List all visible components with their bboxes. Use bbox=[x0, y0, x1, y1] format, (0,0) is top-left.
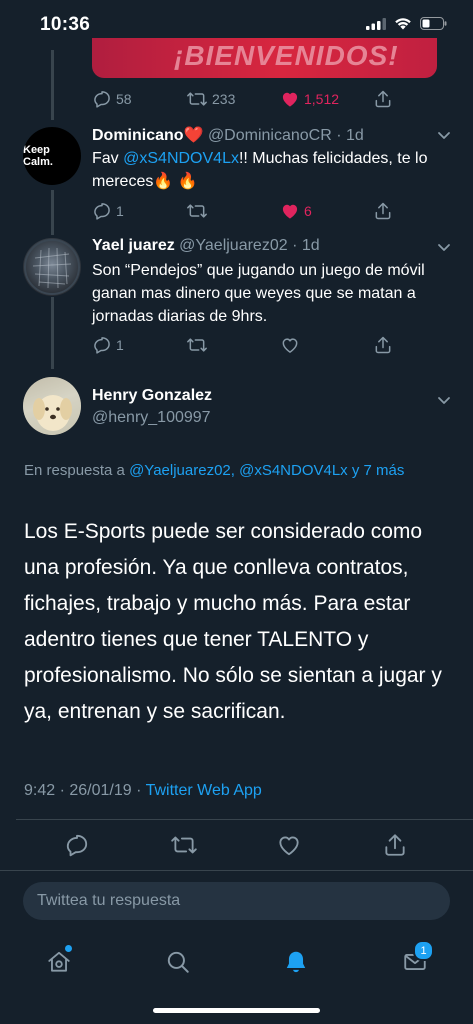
main-tweet-text: Los E-Sports puede ser considerado como … bbox=[24, 520, 442, 723]
share-action[interactable] bbox=[373, 89, 393, 109]
banner-text: ¡BIENVENIDOS! bbox=[174, 40, 399, 71]
tab-search[interactable] bbox=[158, 944, 198, 984]
thread-line bbox=[51, 297, 54, 369]
search-icon bbox=[165, 949, 191, 980]
tab-home[interactable] bbox=[39, 943, 79, 984]
tweet-text-prefix: Fav bbox=[92, 150, 124, 167]
reply-action[interactable]: 1 bbox=[92, 335, 124, 355]
thread-line bbox=[51, 50, 54, 120]
chevron-down-icon[interactable] bbox=[437, 393, 451, 412]
reply-context: En respuesta a @Yaeljuarez02, @xS4NDOV4L… bbox=[24, 459, 434, 482]
share-icon bbox=[373, 89, 393, 109]
tweet-time: · 1d bbox=[292, 237, 320, 254]
dog-avatar-image bbox=[23, 377, 81, 435]
like-action[interactable]: 1,512 bbox=[280, 89, 339, 109]
avatar[interactable] bbox=[23, 238, 81, 296]
avatar[interactable]: Keep Calm. bbox=[23, 127, 81, 185]
like-action[interactable] bbox=[280, 335, 304, 355]
retweet-action[interactable] bbox=[186, 201, 212, 221]
mention-link[interactable]: @xS4NDOV4Lx bbox=[123, 150, 239, 167]
status-time: 10:36 bbox=[40, 14, 91, 35]
tab-notifications[interactable] bbox=[276, 944, 316, 984]
tab-messages[interactable]: 1 bbox=[395, 940, 435, 984]
retweet-action[interactable]: 233 bbox=[186, 89, 235, 109]
status-icons bbox=[366, 17, 447, 35]
reply-icon bbox=[92, 89, 112, 109]
share-icon bbox=[373, 201, 393, 221]
chevron-down-icon[interactable] bbox=[437, 240, 451, 259]
like-count: 6 bbox=[304, 203, 312, 219]
author-name[interactable]: Dominicano❤️ bbox=[92, 127, 203, 144]
like-count: 1,512 bbox=[304, 91, 340, 107]
reply-icon bbox=[92, 201, 112, 221]
author-name[interactable]: Yael juarez bbox=[92, 237, 175, 254]
bell-icon bbox=[283, 949, 309, 980]
avatar[interactable] bbox=[23, 377, 81, 435]
avatar-text: Keep Calm. bbox=[23, 144, 53, 168]
avatar-image bbox=[24, 239, 80, 295]
reply-prefix: En respuesta a bbox=[24, 462, 130, 479]
heart-filled-icon bbox=[280, 201, 300, 221]
reply-action[interactable]: 1 bbox=[92, 201, 124, 221]
reply-action[interactable]: 58 bbox=[92, 89, 132, 109]
tweet-header: Yael juarez @Yaeljuarez02 · 1d bbox=[92, 237, 320, 255]
heart-icon[interactable] bbox=[276, 832, 302, 863]
retweet-count: 233 bbox=[212, 91, 236, 107]
author-handle[interactable]: @DominicanoCR bbox=[208, 127, 332, 144]
retweet-icon bbox=[186, 335, 208, 355]
tweet-meta: 9:42 · 26/01/19 · Twitter Web App bbox=[24, 782, 262, 800]
reply-input[interactable] bbox=[23, 882, 450, 920]
reply-bar bbox=[0, 870, 473, 933]
divider bbox=[16, 819, 473, 820]
thread-line bbox=[51, 190, 54, 235]
share-action[interactable] bbox=[373, 335, 393, 355]
home-notification-dot bbox=[63, 943, 74, 954]
author-name-block: Henry Gonzalez bbox=[92, 387, 212, 405]
share-action[interactable] bbox=[373, 201, 393, 221]
retweet-icon[interactable] bbox=[170, 832, 198, 863]
chevron-down-icon[interactable] bbox=[437, 128, 451, 147]
heart-filled-icon bbox=[280, 89, 300, 109]
reply-icon bbox=[92, 335, 112, 355]
reply-count: 1 bbox=[116, 337, 124, 353]
retweet-icon bbox=[186, 201, 208, 221]
reply-count: 58 bbox=[116, 91, 132, 107]
reply-icon[interactable] bbox=[64, 832, 90, 863]
messages-badge: 1 bbox=[413, 940, 434, 961]
wifi-icon bbox=[394, 17, 412, 35]
home-indicator bbox=[153, 1008, 320, 1013]
share-icon bbox=[373, 335, 393, 355]
reply-mentions-link[interactable]: @Yaeljuarez02, @xS4NDOV4Lx y 7 más bbox=[129, 462, 404, 479]
author-handle[interactable]: @henry_100997 bbox=[92, 409, 211, 427]
author-name[interactable]: Henry Gonzalez bbox=[92, 387, 212, 404]
share-icon[interactable] bbox=[382, 832, 408, 863]
retweet-action[interactable] bbox=[186, 335, 212, 355]
heart-icon bbox=[280, 335, 300, 355]
retweet-icon bbox=[186, 89, 208, 109]
author-handle[interactable]: @Yaeljuarez02 bbox=[179, 237, 287, 254]
media-banner[interactable]: ¡BIENVENIDOS! bbox=[92, 38, 437, 78]
tweet-header: Dominicano❤️ @DominicanoCR · 1d bbox=[92, 125, 364, 145]
tweet-time: · 1d bbox=[336, 127, 364, 144]
tweet-text: Son “Pendejos” que jugando un juego de m… bbox=[92, 262, 425, 325]
like-action[interactable]: 6 bbox=[280, 201, 312, 221]
tweet-source-link[interactable]: Twitter Web App bbox=[146, 782, 262, 799]
reply-count: 1 bbox=[116, 203, 124, 219]
tweet-text: Fav @xS4NDOV4Lx!! Muchas felicidades, te… bbox=[92, 147, 437, 193]
signal-icon bbox=[366, 17, 386, 35]
battery-icon bbox=[420, 17, 447, 35]
tweet-timestamp: 9:42 · 26/01/19 · bbox=[24, 782, 146, 799]
